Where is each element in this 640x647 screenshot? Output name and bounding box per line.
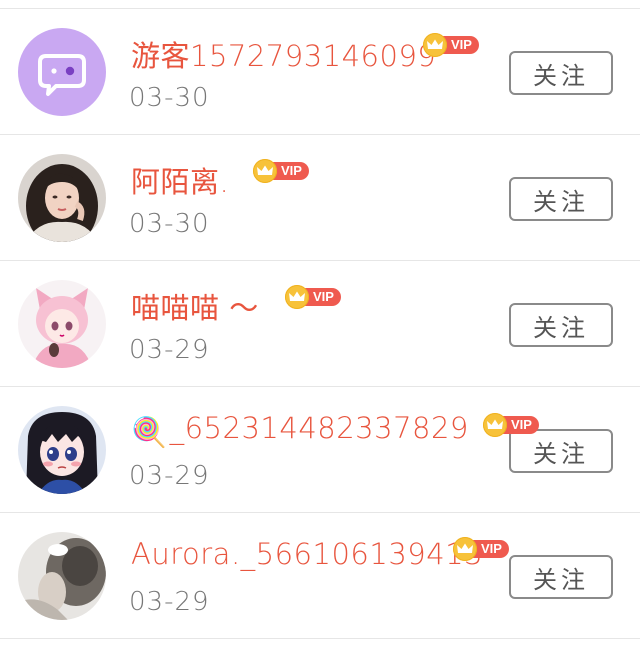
follower-name[interactable]: 游客1572793146099 — [131, 33, 436, 75]
woman-photo-avatar-icon — [18, 154, 106, 242]
list-item[interactable]: 游客1572793146099 VIP 03-30 关注 — [0, 9, 640, 135]
avatar[interactable] — [18, 154, 106, 242]
list-item[interactable]: 喵喵喵 ～ VIP 03-29 关注 — [0, 261, 640, 387]
follower-name[interactable]: 阿陌离. — [131, 159, 229, 201]
follower-name[interactable]: Aurora._566106139413 — [131, 537, 483, 571]
follower-list: 游客1572793146099 VIP 03-30 关注 阿陌离. VIP 03… — [0, 0, 640, 647]
follow-date: 03-29 — [129, 587, 210, 617]
vip-badge: VIP — [483, 413, 539, 437]
anime-pink-cat-girl-avatar-icon — [18, 280, 106, 368]
avatar[interactable] — [18, 406, 106, 494]
crown-icon — [253, 159, 277, 183]
vip-badge: VIP — [423, 33, 479, 57]
vip-badge: VIP — [453, 537, 509, 561]
vip-badge: VIP — [253, 159, 309, 183]
list-item[interactable]: 🍭_652314482337829 VIP 03-29 关注 — [0, 387, 640, 513]
follow-date: 03-30 — [129, 209, 210, 239]
follow-date: 03-30 — [129, 83, 210, 113]
avatar[interactable] — [18, 532, 106, 620]
follower-name[interactable]: 🍭_652314482337829 — [131, 411, 469, 450]
anime-dark-hair-girl-avatar-icon — [18, 406, 106, 494]
follow-date: 03-29 — [129, 461, 210, 491]
crown-icon — [285, 285, 309, 309]
lollipop-icon: 🍭 — [131, 415, 168, 449]
default-chat-avatar-icon — [18, 28, 106, 116]
follow-button[interactable]: 关注 — [509, 177, 613, 221]
crown-icon — [483, 413, 507, 437]
follow-button[interactable]: 关注 — [509, 303, 613, 347]
blurred-photo-avatar-icon — [18, 532, 106, 620]
crown-icon — [453, 537, 477, 561]
vip-badge: VIP — [285, 285, 341, 309]
avatar[interactable] — [18, 280, 106, 368]
follow-button[interactable]: 关注 — [509, 555, 613, 599]
follow-button[interactable]: 关注 — [509, 51, 613, 95]
crown-icon — [423, 33, 447, 57]
follow-button[interactable]: 关注 — [509, 429, 613, 473]
list-item[interactable]: 阿陌离. VIP 03-30 关注 — [0, 135, 640, 261]
follower-name[interactable]: 喵喵喵 ～ — [131, 285, 259, 327]
follower-name-text: _652314482337829 — [169, 411, 469, 445]
avatar[interactable] — [18, 28, 106, 116]
follow-date: 03-29 — [129, 335, 210, 365]
list-item[interactable]: Aurora._566106139413 VIP 03-29 关注 — [0, 513, 640, 639]
